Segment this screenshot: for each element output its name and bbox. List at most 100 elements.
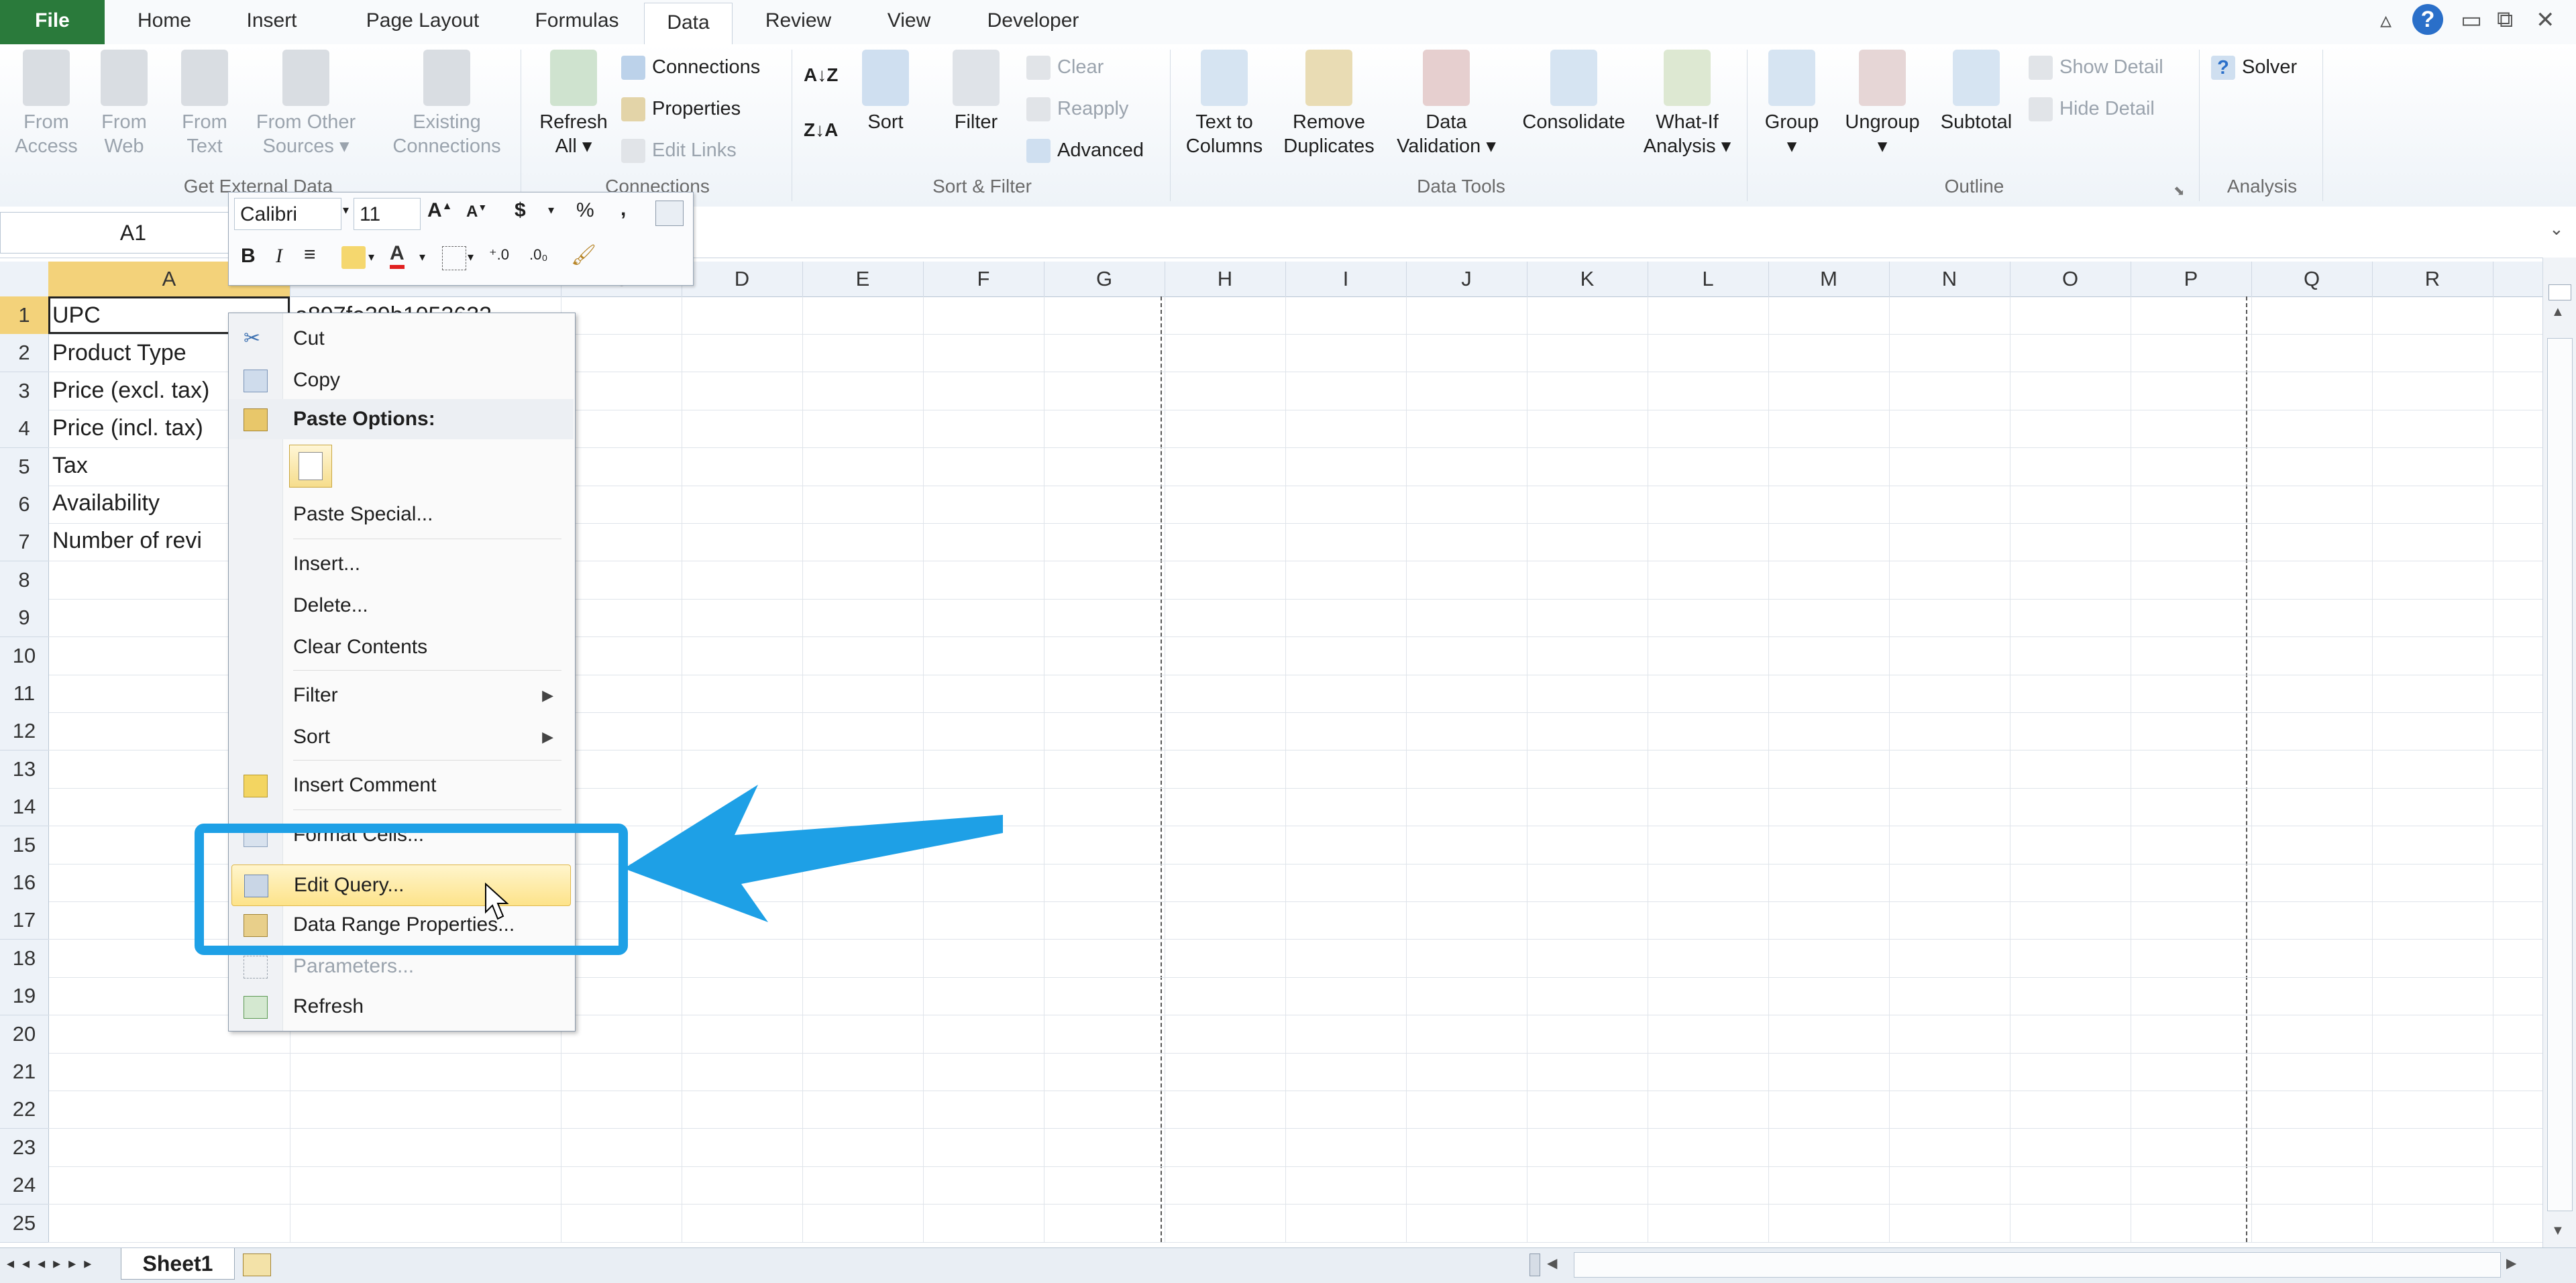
from-text-button[interactable]: From Text	[168, 50, 241, 158]
sheet-nav-arrows-icon[interactable]: ◂◂◂▸▸▸	[7, 1255, 99, 1272]
row-header-19[interactable]: 19	[0, 977, 49, 1016]
row-header-8[interactable]: 8	[0, 561, 49, 600]
center-align-icon[interactable]: ≡	[304, 243, 316, 266]
font-color-icon[interactable]: A	[390, 242, 405, 269]
column-header-d[interactable]: D	[682, 262, 803, 296]
window-minimize-icon[interactable]: ▭	[2461, 7, 2482, 34]
vertical-scroll-thumb[interactable]	[2547, 338, 2573, 1211]
column-header-o[interactable]: O	[2010, 262, 2131, 296]
tab-page-layout[interactable]: Page Layout	[335, 0, 510, 44]
column-header-m[interactable]: M	[1768, 262, 1890, 296]
row-header-14[interactable]: 14	[0, 788, 49, 827]
tab-view[interactable]: View	[865, 0, 953, 44]
sort-z-a-button[interactable]: Z↓A	[804, 115, 838, 145]
menu-item-clear-contents[interactable]: Clear Contents	[229, 627, 574, 667]
menu-item-insert-comment[interactable]: Insert Comment	[229, 765, 574, 805]
decrease-decimal-icon[interactable]: .0₀	[529, 246, 547, 264]
reapply-button[interactable]: Reapply	[1026, 94, 1128, 123]
percent-style-button[interactable]: %	[576, 199, 594, 222]
column-header-g[interactable]: G	[1044, 262, 1165, 296]
from-other-sources-button[interactable]: From Other Sources ▾	[246, 50, 366, 158]
clear-filter-button[interactable]: Clear	[1026, 52, 1104, 82]
row-header-23[interactable]: 23	[0, 1128, 49, 1167]
tab-review[interactable]: Review	[745, 0, 852, 44]
edit-links-button[interactable]: Edit Links	[621, 135, 737, 165]
borders-icon[interactable]	[442, 246, 466, 270]
menu-item-delete[interactable]: Delete...	[229, 585, 574, 626]
grow-font-icon[interactable]: A▲	[427, 199, 453, 222]
row-header-18[interactable]: 18	[0, 939, 49, 978]
sort-button[interactable]: Sort	[852, 50, 919, 134]
shrink-font-icon[interactable]: A▼	[466, 202, 487, 221]
menu-item-paste-special[interactable]: Paste Special...	[229, 494, 574, 535]
tab-data[interactable]: Data	[644, 3, 733, 46]
column-header-j[interactable]: J	[1406, 262, 1527, 296]
column-header-i[interactable]: I	[1285, 262, 1407, 296]
row-header-17[interactable]: 17	[0, 901, 49, 940]
ungroup-button[interactable]: Ungroup ▾	[1835, 50, 1929, 158]
font-color-dropdown-icon[interactable]: ▾	[419, 250, 425, 264]
scroll-up-icon[interactable]: ▲	[2551, 304, 2565, 320]
font-size-box[interactable]: 11	[354, 198, 421, 230]
row-header-10[interactable]: 10	[0, 636, 49, 675]
scroll-right-icon[interactable]: ▶	[2506, 1255, 2516, 1272]
minimize-ribbon-icon[interactable]: ▵	[2380, 7, 2392, 34]
row-header-22[interactable]: 22	[0, 1091, 49, 1129]
row-header-20[interactable]: 20	[0, 1015, 49, 1054]
currency-format-button[interactable]: $	[515, 199, 526, 222]
solver-button[interactable]: ? Solver	[2211, 52, 2297, 82]
existing-connections-button[interactable]: Existing Connections	[380, 50, 514, 158]
scroll-left-icon[interactable]: ◀	[1547, 1255, 1557, 1272]
sheet-tab-sheet1[interactable]: Sheet1	[121, 1248, 235, 1280]
row-header-16[interactable]: 16	[0, 864, 49, 902]
row-header-15[interactable]: 15	[0, 826, 49, 864]
row-header-3[interactable]: 3	[0, 372, 49, 410]
italic-button[interactable]: I	[276, 245, 282, 268]
consolidate-button[interactable]: Consolidate	[1513, 50, 1634, 134]
refresh-all-button[interactable]: Refresh All ▾	[530, 50, 617, 158]
tab-developer[interactable]: Developer	[966, 0, 1100, 44]
tab-insert[interactable]: Insert	[221, 0, 322, 44]
cell-a2[interactable]: Product Type	[52, 334, 186, 372]
column-header-e[interactable]: E	[802, 262, 924, 296]
advanced-filter-button[interactable]: Advanced	[1026, 135, 1144, 165]
properties-button[interactable]: Properties	[621, 94, 741, 123]
column-header-n[interactable]: N	[1889, 262, 2010, 296]
remove-duplicates-button[interactable]: Remove Duplicates	[1272, 50, 1386, 158]
row-header-5[interactable]: 5	[0, 447, 49, 486]
format-painter-table-icon[interactable]	[655, 201, 684, 226]
borders-dropdown-icon[interactable]: ▾	[468, 250, 474, 264]
menu-item-filter[interactable]: Filter ▶	[229, 675, 574, 716]
row-header-24[interactable]: 24	[0, 1166, 49, 1205]
fill-color-icon[interactable]	[341, 246, 366, 269]
menu-item-copy[interactable]: Copy	[229, 360, 574, 400]
column-header-p[interactable]: P	[2131, 262, 2252, 296]
row-header-12[interactable]: 12	[0, 712, 49, 751]
filter-button[interactable]: Filter	[939, 50, 1013, 134]
menu-item-insert[interactable]: Insert...	[229, 544, 574, 584]
cell-a4[interactable]: Price (incl. tax)	[52, 409, 203, 447]
row-header-6[interactable]: 6	[0, 486, 49, 524]
select-all-corner[interactable]	[0, 262, 49, 296]
row-header-9[interactable]: 9	[0, 599, 49, 638]
increase-decimal-icon[interactable]: ⁺.0	[489, 246, 509, 264]
column-header-k[interactable]: K	[1527, 262, 1648, 296]
row-header-4[interactable]: 4	[0, 410, 49, 449]
comma-style-button[interactable]: ,	[621, 198, 626, 221]
currency-dropdown-icon[interactable]: ▾	[548, 203, 554, 217]
menu-item-sort[interactable]: Sort ▶	[229, 717, 574, 757]
paste-option-button[interactable]	[289, 445, 332, 488]
window-close-icon[interactable]: ✕	[2536, 7, 2555, 34]
row-header-7[interactable]: 7	[0, 523, 49, 562]
font-name-box[interactable]: Calibri	[234, 198, 341, 230]
name-box[interactable]: A1	[0, 212, 266, 254]
column-header-f[interactable]: F	[923, 262, 1044, 296]
fill-color-dropdown-icon[interactable]: ▾	[368, 250, 374, 264]
dialog-launcher-icon[interactable]: ⬊	[2174, 182, 2185, 199]
row-header-13[interactable]: 13	[0, 750, 49, 789]
group-button[interactable]: Group ▾	[1755, 50, 1829, 158]
help-icon[interactable]: ?	[2412, 4, 2443, 35]
subtotal-button[interactable]: Subtotal	[1929, 50, 2023, 134]
tab-split-handle[interactable]	[1529, 1253, 1540, 1276]
horizontal-scroll-thumb[interactable]	[1574, 1252, 2501, 1278]
